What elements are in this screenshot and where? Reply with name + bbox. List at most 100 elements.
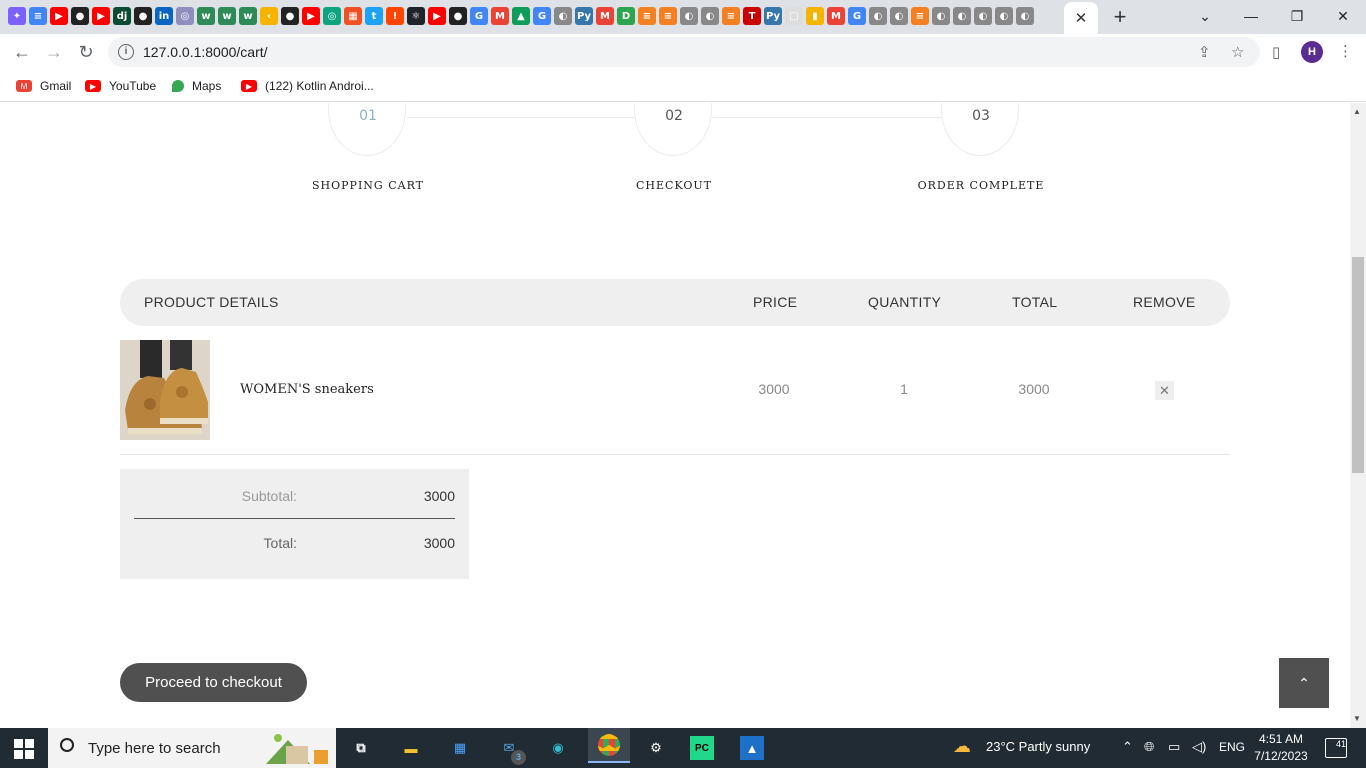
product-image[interactable] [120,340,210,440]
bookmark-youtube[interactable]: ▶ YouTube [85,77,156,95]
github-icon[interactable]: ● [449,7,467,25]
volume-icon[interactable]: ◁) [1192,739,1206,755]
tab-favicon-icon[interactable]: ◐ [932,7,950,25]
clock[interactable]: 4:51 AM 7/12/2023 [1250,731,1312,765]
bookmark-gmail[interactable]: M Gmail [16,77,71,95]
scroll-up-icon[interactable]: ▲ [1353,107,1361,116]
weather-text[interactable]: 23°C Partly sunny [986,739,1090,754]
close-window-button[interactable]: ✕ [1320,0,1366,32]
google-icon[interactable]: G [470,7,488,25]
drive-icon[interactable]: ▲ [512,7,530,25]
address-bar[interactable]: i 127.0.0.1:8000/cart/ ⇪ ☆ [108,37,1260,67]
language-indicator[interactable]: ENG [1219,740,1245,754]
tab-favicon-icon[interactable]: ✦ [8,7,26,25]
share-icon[interactable]: ⇪ [1198,43,1211,61]
page-scrollbar[interactable]: ▲ ▼ [1350,103,1366,728]
notifications-icon[interactable]: 41 [1325,738,1347,758]
chevron-up-icon[interactable]: ⌃ [1122,739,1133,755]
tab-favicon-icon[interactable]: □ [785,7,803,25]
mail-icon[interactable]: ✉ 3 [494,733,526,765]
github-icon[interactable]: ● [71,7,89,25]
side-panel-icon[interactable]: ▯ [1272,43,1280,61]
python-icon[interactable]: Py [575,7,593,25]
file-explorer-icon[interactable]: ▬ [396,733,426,763]
tab-favicon-icon[interactable]: D [617,7,635,25]
gmail-icon[interactable]: M [827,7,845,25]
react-icon[interactable]: ⚛ [407,7,425,25]
youtube-icon[interactable]: ▶ [50,7,68,25]
stackoverflow-icon[interactable]: ≡ [911,7,929,25]
bookmark-kotlin[interactable]: ▶ (122) Kotlin Androi... [241,77,374,95]
battery-icon[interactable]: ▭ [1168,739,1180,755]
stackoverflow-icon[interactable]: ≡ [638,7,656,25]
tab-favicon-icon[interactable]: ◐ [869,7,887,25]
chatgpt-icon[interactable]: ◎ [323,7,341,25]
task-view-icon[interactable]: ⧉ [346,733,376,763]
tab-favicon-icon[interactable]: ◐ [974,7,992,25]
github-icon[interactable]: ● [281,7,299,25]
profile-avatar[interactable]: H [1301,41,1323,63]
windows-start-icon[interactable] [14,739,34,759]
stackoverflow-icon[interactable]: ≡ [722,7,740,25]
youtube-icon[interactable]: ▶ [428,7,446,25]
close-tab-icon[interactable]: ✕ [1075,9,1088,27]
linkedin-icon[interactable]: in [155,7,173,25]
tab-favicon-icon[interactable]: w [197,7,215,25]
tab-favicon-icon[interactable]: ‹ [260,7,278,25]
pycharm-icon[interactable]: PC [690,736,714,760]
chrome-icon[interactable] [588,728,630,763]
settings-gear-icon[interactable]: ⚙ [641,733,671,763]
bookmark-star-icon[interactable]: ☆ [1231,43,1244,61]
tab-favicon-icon[interactable]: ◐ [701,7,719,25]
taskbar-search[interactable]: Type here to search [48,728,336,768]
twitter-icon[interactable]: t [365,7,383,25]
back-icon[interactable]: ← [10,40,34,64]
tab-favicon-icon[interactable]: w [239,7,257,25]
bookmark-maps[interactable]: Maps [172,77,221,95]
google-icon[interactable]: G [848,7,866,25]
analytics-icon[interactable]: ▮ [806,7,824,25]
restore-button[interactable]: ❐ [1274,0,1320,32]
tab-favicon-icon[interactable]: ◐ [890,7,908,25]
site-info-icon[interactable]: i [118,44,134,60]
new-tab-button[interactable]: + [1110,5,1130,29]
github-icon[interactable]: ● [134,7,152,25]
remove-item-button[interactable]: ✕ [1155,381,1174,400]
tab-favicon-icon[interactable]: ◐ [953,7,971,25]
google-icon[interactable]: G [533,7,551,25]
proceed-to-checkout-button[interactable]: Proceed to checkout [120,663,307,702]
stackoverflow-icon[interactable]: ≡ [659,7,677,25]
scrollbar-thumb[interactable] [1352,257,1364,473]
forward-icon[interactable]: → [42,40,66,64]
tab-favicon-icon[interactable]: ◐ [554,7,572,25]
minimize-button[interactable]: — [1228,0,1274,32]
youtube-icon[interactable]: ▶ [92,7,110,25]
store-icon[interactable]: ▦ [445,733,475,763]
photos-icon[interactable]: ▲ [740,736,764,760]
url-text[interactable]: 127.0.0.1:8000/cart/ [143,44,268,60]
product-name[interactable]: WOMEN'S sneakers [240,382,374,397]
tab-favicon-icon[interactable]: ! [386,7,404,25]
tab-favicon-icon[interactable]: ◐ [1016,7,1034,25]
tab-favicon-icon[interactable]: ◐ [995,7,1013,25]
scroll-down-icon[interactable]: ▼ [1353,714,1361,723]
tab-favicon-icon[interactable]: w [218,7,236,25]
gmail-icon[interactable]: M [491,7,509,25]
edge-icon[interactable]: ◉ [543,733,573,763]
django-icon[interactable]: dj [113,7,131,25]
active-tab[interactable]: ✕ [1064,2,1098,34]
microsoft-icon[interactable]: ▦ [344,7,362,25]
python-icon[interactable]: Py [764,7,782,25]
tab-favicon-icon[interactable]: ◎ [176,7,194,25]
weather-icon[interactable]: ☁ [953,736,971,757]
youtube-icon[interactable]: ▶ [302,7,320,25]
menu-icon[interactable]: ⋮ [1338,42,1353,60]
toi-icon[interactable]: T [743,7,761,25]
tab-favicon-icon[interactable]: ≡ [29,7,47,25]
network-icon[interactable]: 🌐︎ [1144,739,1154,755]
tab-search-icon[interactable]: ⌄ [1182,0,1228,32]
tab-favicon-icon[interactable]: ◐ [680,7,698,25]
gmail-icon[interactable]: M [596,7,614,25]
reload-icon[interactable]: ↻ [74,40,98,64]
back-to-top-button[interactable]: ⌃ [1279,658,1329,708]
